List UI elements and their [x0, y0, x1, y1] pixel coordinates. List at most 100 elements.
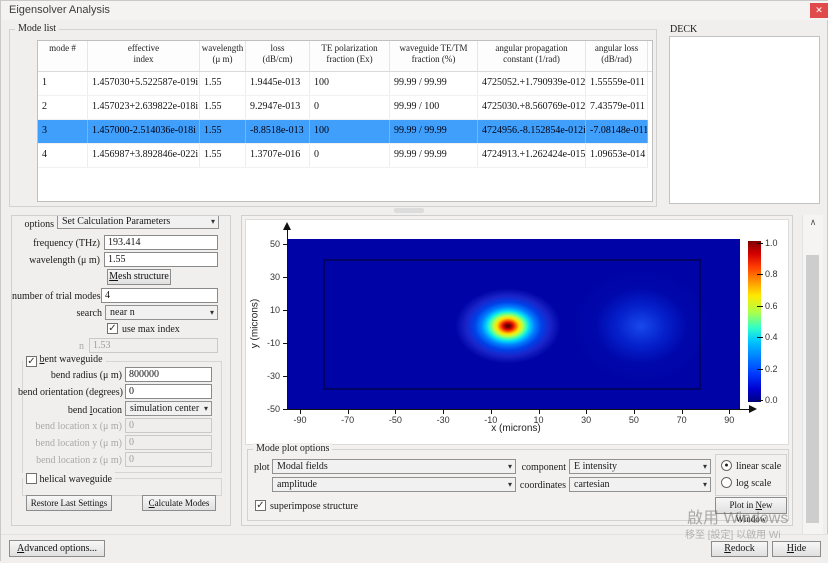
bend-location-dropdown[interactable]: simulation center ▾ — [125, 401, 212, 416]
scrollbar-thumb[interactable] — [806, 255, 819, 523]
tick-mark — [586, 410, 588, 414]
restore-last-settings-button[interactable]: Restore Last Settings — [26, 495, 112, 511]
table-cell: 1.09653e-014 — [586, 144, 648, 167]
linear-scale-radio[interactable]: ● — [721, 460, 732, 471]
table-cell: 1.457030+5.522587e-019i — [88, 72, 200, 95]
superimpose-structure-label: superimpose structure — [270, 501, 359, 512]
table-cell: 7.43579e-011 — [586, 96, 648, 119]
y-axis-line — [287, 229, 288, 410]
options-dropdown[interactable]: Set Calculation Parameters ▾ — [57, 216, 219, 229]
bent-waveguide-checkbox[interactable]: ✓ — [26, 356, 37, 367]
calculate-modes-button[interactable]: Calculate Modes — [142, 495, 216, 511]
table-row[interactable]: 2 1.457023+2.639822e-018i 1.55 9.2947e-013 0… — [38, 96, 648, 120]
redock-button[interactable]: Redock — [711, 541, 768, 557]
hide-button[interactable]: Hide — [772, 541, 821, 557]
x-axis-arrow-icon — [749, 405, 757, 413]
deck-panel[interactable] — [669, 36, 820, 204]
component-dropdown[interactable]: E intensity ▾ — [569, 459, 711, 474]
x-tick-label: 10 — [533, 415, 544, 425]
scroll-up-icon[interactable]: ∧ — [803, 217, 823, 228]
colorbar-tick-label: 0.2 — [765, 363, 778, 374]
colorbar-tick-label: 0.0 — [765, 395, 778, 405]
amplitude-dropdown[interactable]: amplitude ▾ — [272, 477, 516, 492]
table-cell: 1.55 — [200, 144, 246, 167]
table-cell: 2 — [38, 96, 88, 119]
table-cell: 99.99 / 99.99 — [390, 144, 478, 167]
table-row[interactable]: 1 1.457030+5.522587e-019i 1.55 1.9445e-013 1… — [38, 72, 648, 96]
table-cell: 4724913.+1.262424e-015i — [478, 144, 586, 167]
y-tick-label: 10 — [269, 304, 280, 315]
splitter-handle[interactable] — [394, 208, 424, 213]
table-cell: 99.99 / 99.99 — [390, 72, 478, 95]
plot-type-dropdown[interactable]: Modal fields ▾ — [272, 459, 516, 474]
table-cell: -8.8518e-013 — [246, 120, 310, 143]
table-cell: 1 — [38, 72, 88, 95]
column-header[interactable]: TE polarization fraction (Ex) — [310, 41, 390, 71]
column-header[interactable]: effective index — [88, 41, 200, 71]
bent-waveguide-label: bent waveguide — [39, 354, 103, 365]
mode-table[interactable]: mode # effective index wavelength (μ m) los… — [37, 40, 653, 202]
title-bar[interactable]: Eigensolver Analysis ✕ — [1, 1, 828, 20]
table-row[interactable]: 3 1.457000-2.514036e-018i 1.55 -8.8518e-013… — [38, 120, 648, 144]
tick-mark — [347, 410, 349, 414]
helical-waveguide-checkbox[interactable] — [26, 473, 37, 484]
table-cell: 1.55 — [200, 96, 246, 119]
bend-location-x-input — [125, 418, 212, 433]
bend-orientation-input[interactable] — [125, 384, 212, 399]
column-header[interactable]: waveguide TE/TM fraction (%) — [390, 41, 478, 71]
table-cell: 4725052.+1.790939e-012i — [478, 72, 586, 95]
close-button[interactable]: ✕ — [810, 3, 828, 18]
options-label: options — [24, 219, 54, 230]
superimpose-structure-checkbox[interactable]: ✓ — [255, 500, 266, 511]
bend-radius-input[interactable] — [125, 367, 212, 382]
plot-in-new-window-button[interactable]: Plot in New Window — [715, 497, 787, 524]
column-header[interactable]: loss (dB/cm) — [246, 41, 310, 71]
plot-panel: x (microns) y (microns) -90 -70 -50 -30 -10 1… — [241, 215, 793, 526]
mode-field-plot[interactable] — [288, 239, 740, 409]
x-axis-label: x (microns) — [491, 423, 541, 434]
column-header[interactable]: mode # — [38, 41, 88, 71]
vertical-scrollbar[interactable]: ∧ — [802, 215, 823, 534]
n-label: n — [79, 341, 84, 352]
column-header[interactable]: angular loss (dB/rad) — [586, 41, 648, 71]
column-header[interactable]: angular propagation constant (1/rad) — [478, 41, 586, 71]
chevron-down-icon: ▾ — [702, 480, 707, 489]
coordinates-label: coordinates — [519, 480, 566, 491]
x-tick-label: -30 — [436, 415, 450, 425]
x-tick-label: -70 — [341, 415, 355, 425]
bend-location-y-input — [125, 435, 212, 450]
trial-modes-input[interactable] — [101, 288, 218, 303]
table-row[interactable]: 4 1.456987+3.892846e-022i 1.55 1.3707e-016 0… — [38, 144, 648, 168]
advanced-options-button[interactable]: Advanced options... — [9, 540, 105, 557]
use-max-index-checkbox[interactable]: ✓ — [107, 323, 118, 334]
eigensolver-analysis-window: { "window": { "title": "Eigensolver Anal… — [0, 0, 828, 563]
component-label: component — [521, 462, 566, 473]
mesh-structure-button[interactable]: Mesh structure — [107, 269, 171, 285]
coordinates-dropdown[interactable]: cartesian ▾ — [569, 477, 711, 492]
search-dropdown[interactable]: near n ▾ — [105, 305, 218, 320]
table-cell: 0 — [310, 144, 390, 167]
tick-mark — [633, 410, 635, 414]
bend-location-label: bend location — [67, 405, 122, 416]
table-cell: 4 — [38, 144, 88, 167]
mode-list-group: Mode list mode # effective index wavelengt… — [9, 23, 657, 207]
tick-mark — [283, 244, 287, 245]
use-max-index-label: use max index — [122, 324, 180, 335]
close-icon: ✕ — [815, 5, 823, 15]
chevron-down-icon: ▾ — [209, 308, 214, 317]
y-tick-label: -10 — [266, 337, 280, 348]
table-cell: 1.456987+3.892846e-022i — [88, 144, 200, 167]
bend-orientation-label: bend orientation (degrees) — [18, 387, 123, 398]
x-tick-label: -10 — [484, 415, 498, 425]
frequency-label: frequency (THz) — [33, 238, 100, 249]
log-scale-radio[interactable] — [721, 477, 732, 488]
wavelength-label: wavelength (μ m) — [29, 255, 100, 266]
wavelength-input[interactable] — [104, 252, 218, 267]
frequency-input[interactable] — [104, 235, 218, 250]
table-cell: 1.55 — [200, 72, 246, 95]
chevron-down-icon: ▾ — [210, 217, 215, 226]
table-cell: 9.2947e-013 — [246, 96, 310, 119]
table-cell: 1.9445e-013 — [246, 72, 310, 95]
tick-mark — [283, 309, 287, 311]
column-header[interactable]: wavelength (μ m) — [200, 41, 246, 71]
